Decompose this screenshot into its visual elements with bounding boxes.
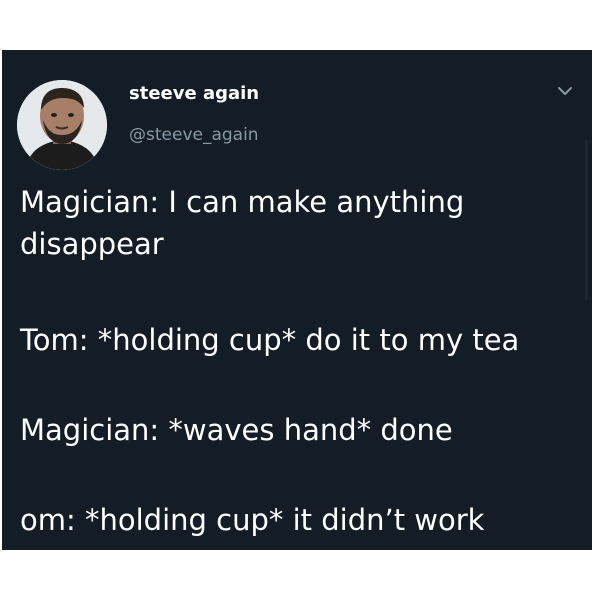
user-handle[interactable]: @steeve_again — [129, 123, 259, 147]
tweet-card: steeve again @steeve_again Magician: I c… — [2, 50, 592, 550]
tweet-line: Tom: *holding cup* do it to my tea — [20, 323, 520, 357]
tweet-line: om: *holding cup* it didn’t work — [20, 503, 485, 537]
display-name[interactable]: steeve again — [129, 82, 259, 106]
tweet-line: Magician: *waves hand* done — [20, 413, 453, 447]
profile-photo-icon — [17, 80, 107, 170]
tweet-line: disappear — [20, 227, 164, 261]
tweet-line: Magician: I can make anything — [20, 185, 465, 219]
chevron-down-icon[interactable] — [555, 83, 575, 99]
scrollbar[interactable] — [585, 140, 588, 300]
avatar[interactable] — [17, 80, 107, 170]
